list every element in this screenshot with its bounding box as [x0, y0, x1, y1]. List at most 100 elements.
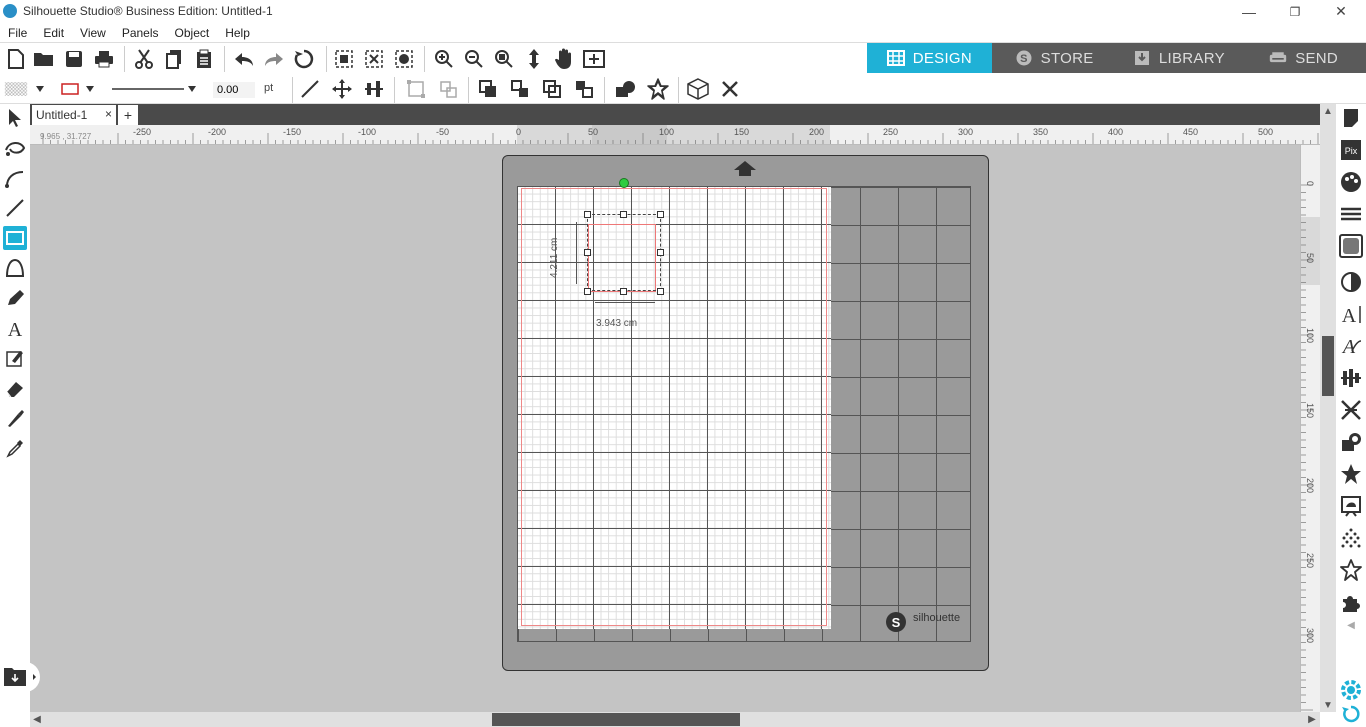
send-backward-icon[interactable] — [540, 77, 564, 101]
deselect-icon[interactable] — [362, 47, 386, 71]
sync-icon[interactable] — [1339, 702, 1363, 726]
document-tab[interactable]: Untitled-1 × — [32, 105, 116, 125]
horizontal-scroll-thumb[interactable] — [492, 713, 740, 726]
select-tool-icon[interactable] — [3, 106, 27, 130]
eraser-tool-icon[interactable] — [3, 376, 27, 400]
select-by-color-icon[interactable] — [392, 47, 416, 71]
ungroup-icon[interactable] — [436, 77, 460, 101]
scroll-down-icon[interactable]: ▼ — [1321, 698, 1335, 712]
redraw-icon[interactable] — [292, 47, 316, 71]
trace-icon[interactable] — [1339, 494, 1363, 518]
undo-icon[interactable] — [232, 47, 256, 71]
horizontal-scrollbar[interactable]: ◀ ▶ — [30, 712, 1320, 727]
zoom-out-icon[interactable] — [462, 47, 486, 71]
open-folder-icon[interactable] — [32, 47, 56, 71]
line-style-dropdown-icon[interactable] — [184, 77, 200, 101]
drawing-area-icon[interactable] — [3, 346, 27, 370]
puzzle-icon[interactable] — [1339, 590, 1363, 614]
menu-view[interactable]: View — [72, 26, 114, 40]
resize-handle[interactable] — [657, 249, 664, 256]
menu-panels[interactable]: Panels — [114, 26, 167, 40]
vertical-scrollbar[interactable]: ▲ ▼ — [1320, 104, 1336, 712]
line-tool-option-icon[interactable] — [298, 77, 322, 101]
minimize-button[interactable]: — — [1226, 0, 1272, 23]
pixscan-icon[interactable]: Pix — [1339, 138, 1363, 162]
restore-button[interactable]: ❐ — [1272, 0, 1318, 23]
zoom-select-icon[interactable] — [492, 47, 516, 71]
line-width-input[interactable] — [213, 82, 255, 98]
zoom-in-icon[interactable] — [432, 47, 456, 71]
transform-icon[interactable] — [1339, 398, 1363, 422]
rotate-handle[interactable] — [619, 178, 629, 188]
scroll-left-icon[interactable]: ◀ — [30, 712, 44, 726]
resize-handle[interactable] — [620, 288, 627, 295]
resize-handle[interactable] — [584, 288, 591, 295]
modify-icon[interactable] — [1339, 430, 1363, 454]
print-icon[interactable] — [92, 47, 116, 71]
menu-file[interactable]: File — [0, 26, 35, 40]
drag-view-icon[interactable] — [522, 47, 546, 71]
menu-edit[interactable]: Edit — [35, 26, 72, 40]
align-icon[interactable] — [362, 77, 386, 101]
tab-library[interactable]: LIBRARY — [1117, 43, 1242, 73]
scroll-up-icon[interactable]: ▲ — [1321, 104, 1335, 118]
copy-icon[interactable] — [162, 47, 186, 71]
weld-icon[interactable] — [614, 77, 638, 101]
send-to-back-icon[interactable] — [572, 77, 596, 101]
fill-color-icon[interactable] — [1339, 170, 1363, 194]
curve-tool-icon[interactable] — [3, 166, 27, 190]
save-icon[interactable] — [62, 47, 86, 71]
close-tab-icon[interactable]: × — [105, 107, 112, 121]
sketch-dots-icon[interactable] — [1339, 526, 1363, 550]
polygon-tool-icon[interactable] — [3, 256, 27, 280]
tab-store[interactable]: S STORE — [992, 43, 1117, 73]
eyedropper-tool-icon[interactable] — [3, 436, 27, 460]
pencil-tool-icon[interactable] — [3, 286, 27, 310]
cut-icon[interactable] — [132, 47, 156, 71]
text-on-path-icon[interactable]: A — [1339, 334, 1363, 358]
move-icon[interactable] — [330, 77, 354, 101]
add-tab-button[interactable]: + — [118, 105, 138, 125]
redo-icon[interactable] — [262, 47, 286, 71]
vertical-scroll-thumb[interactable] — [1322, 336, 1334, 396]
settings-gear-icon[interactable] — [1339, 678, 1363, 702]
group-icon[interactable] — [404, 77, 428, 101]
edit-points-icon[interactable] — [3, 136, 27, 160]
collapse-panel-icon[interactable]: ◀ — [1339, 618, 1363, 632]
line-style-panel-icon[interactable] — [1339, 202, 1363, 226]
delete-icon[interactable] — [718, 77, 742, 101]
new-document-icon[interactable] — [4, 47, 28, 71]
fill-pattern-icon[interactable] — [4, 77, 28, 101]
select-all-icon[interactable] — [332, 47, 356, 71]
star-outline-icon[interactable] — [1339, 558, 1363, 582]
resize-handle[interactable] — [620, 211, 627, 218]
offset-star-icon[interactable] — [646, 77, 670, 101]
paste-icon[interactable] — [192, 47, 216, 71]
fit-to-page-icon[interactable] — [582, 47, 606, 71]
align-panel-icon[interactable] — [1339, 366, 1363, 390]
fill-dropdown-icon[interactable] — [32, 77, 48, 101]
fill-pattern-panel-icon[interactable] — [1339, 234, 1363, 258]
line-color-dropdown-icon[interactable] — [82, 77, 98, 101]
resize-handle[interactable] — [657, 211, 664, 218]
menu-object[interactable]: Object — [167, 26, 218, 40]
gradient-icon[interactable] — [1339, 270, 1363, 294]
knife-tool-icon[interactable] — [3, 406, 27, 430]
menu-help[interactable]: Help — [217, 26, 258, 40]
resize-handle[interactable] — [657, 288, 664, 295]
text-style-icon[interactable]: A — [1339, 302, 1363, 326]
page-setup-icon[interactable] — [1339, 106, 1363, 130]
line-tool-icon[interactable] — [3, 196, 27, 220]
bring-to-front-icon[interactable] — [476, 77, 500, 101]
tab-send[interactable]: SEND — [1241, 43, 1366, 73]
scroll-right-icon[interactable]: ▶ — [1305, 712, 1319, 726]
design-canvas[interactable]: S silhouette 4.211 cm 3.943 cm — [30, 145, 1300, 712]
tab-design[interactable]: DESIGN — [867, 43, 992, 73]
line-color-icon[interactable] — [58, 77, 82, 101]
library-drawer-toggle[interactable] — [0, 662, 40, 692]
rectangle-tool-icon[interactable] — [3, 226, 27, 250]
pan-hand-icon[interactable] — [552, 47, 576, 71]
close-window-button[interactable]: ✕ — [1318, 0, 1364, 23]
resize-handle[interactable] — [584, 211, 591, 218]
line-style-icon[interactable] — [110, 77, 186, 101]
